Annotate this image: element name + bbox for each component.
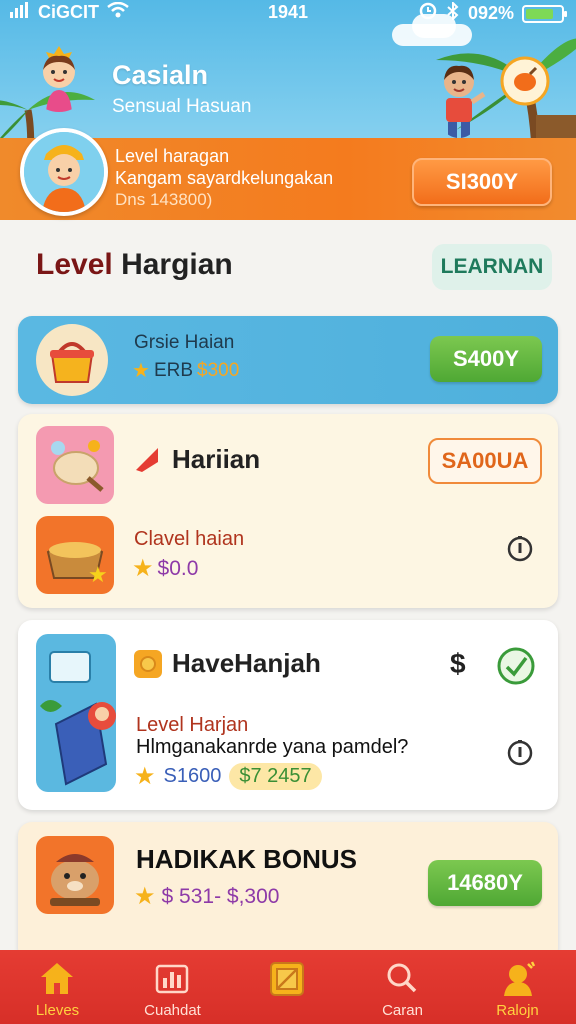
task-card[interactable]: Grsie Haian ★ ERB $300 S400Y	[18, 316, 558, 404]
bread-icon	[36, 426, 114, 504]
check-circle-icon[interactable]	[496, 646, 536, 686]
section-title-accent: Level	[36, 248, 113, 281]
banner-line-1: Level haragan	[115, 146, 230, 166]
info-icon[interactable]	[506, 534, 534, 562]
frame-icon	[270, 962, 304, 996]
home-icon	[41, 963, 73, 994]
card-value-row: ★ $0.0	[132, 554, 198, 583]
card-subtitle: Clavel haian	[134, 528, 245, 550]
bonus-card[interactable]: HADIKAK BONUS ★ $ 531- $,300 14680Y	[18, 822, 558, 962]
search-icon	[387, 963, 417, 993]
flag-icon	[136, 448, 158, 472]
banner-line-3: Dns 143800)	[115, 190, 213, 209]
reward-badge: $7 2457	[229, 763, 322, 790]
mascot-girl-icon	[43, 46, 75, 112]
card-meta: ★ ERB $300	[132, 358, 239, 383]
mascot-boy-icon	[444, 65, 486, 138]
ticket-icon	[36, 634, 116, 792]
battery-percent: 092%	[467, 3, 514, 23]
alarm-icon	[418, 2, 438, 25]
hay-basket-icon: ★	[36, 516, 114, 594]
card-value: S1600	[163, 765, 222, 787]
star-icon: ★	[132, 555, 154, 582]
section-title: Level Hargian	[36, 248, 233, 282]
app-subtitle: Sensual Hasuan	[112, 96, 252, 117]
nav-item-center[interactable]	[230, 950, 345, 1024]
bottom-nav: Lleves Cuahdat Caran Ralojn	[0, 950, 576, 1024]
svg-text:★: ★	[88, 563, 108, 588]
card-action-button[interactable]: 14680Y	[428, 860, 542, 906]
nav-label: Caran	[382, 1002, 423, 1019]
card-action-button[interactable]: SA00UA	[428, 438, 542, 484]
learn-button[interactable]: LEARNAN	[432, 244, 552, 290]
card-action-button[interactable]: S400Y	[430, 336, 542, 382]
bluetooth-icon	[446, 0, 460, 25]
dollar-icon: $	[450, 648, 466, 679]
star-icon: ★	[132, 360, 150, 382]
banner-claim-button[interactable]: SI300Y	[412, 158, 552, 206]
coin-bubble-icon	[500, 56, 550, 106]
coin-square-icon	[134, 650, 162, 678]
nav-item-search[interactable]: Caran	[345, 950, 460, 1024]
card-meta-value: $300	[197, 359, 240, 381]
basket-icon	[36, 324, 108, 396]
card-value-row: ★ $ 531- $,300	[134, 882, 279, 911]
nav-item-stats[interactable]: Cuahdat	[115, 950, 230, 1024]
task-card[interactable]: HaveHanjah $ Level Harjan Hlmganakanrde …	[18, 620, 558, 810]
card-title: Grsie Haian	[134, 332, 235, 353]
card-title: HADIKAK BONUS	[136, 844, 357, 874]
card-title: Hariian	[172, 444, 261, 474]
hamster-icon	[36, 836, 114, 914]
profile-icon	[504, 961, 536, 996]
card-description: Hlmganakanrde yana pamdel?	[136, 736, 409, 758]
card-value-row: ★ S1600 $7 2457	[134, 762, 322, 791]
card-value: $0.0	[157, 556, 199, 580]
app-title: Casialn	[112, 60, 209, 90]
card-title: HaveHanjah	[172, 648, 321, 678]
nav-item-home[interactable]: Lleves	[0, 950, 115, 1024]
chart-icon	[155, 964, 189, 994]
nav-item-profile[interactable]: Ralojn	[460, 950, 575, 1024]
card-subtitle: Level Harjan	[136, 714, 249, 736]
battery-icon	[522, 4, 567, 23]
nav-label: Ralojn	[496, 1002, 539, 1019]
star-icon: ★	[134, 763, 156, 790]
banner-avatar	[20, 128, 108, 216]
card-meta-label: ERB	[153, 359, 194, 381]
banner-line-2: Kangam sayardkelungakan	[115, 168, 334, 188]
nav-label: Lleves	[35, 1002, 80, 1019]
star-icon: ★	[134, 883, 156, 910]
status-bar: CiGCIT 1941 092%	[0, 0, 576, 26]
nav-label: Cuahdat	[144, 1002, 201, 1019]
info-icon[interactable]	[506, 738, 534, 766]
card-value: $ 531- $,300	[161, 884, 280, 908]
section-title-main: Hargian	[121, 248, 233, 281]
task-card[interactable]: Hariian SA00UA ★ Clavel haian ★ $0.0	[18, 414, 558, 608]
